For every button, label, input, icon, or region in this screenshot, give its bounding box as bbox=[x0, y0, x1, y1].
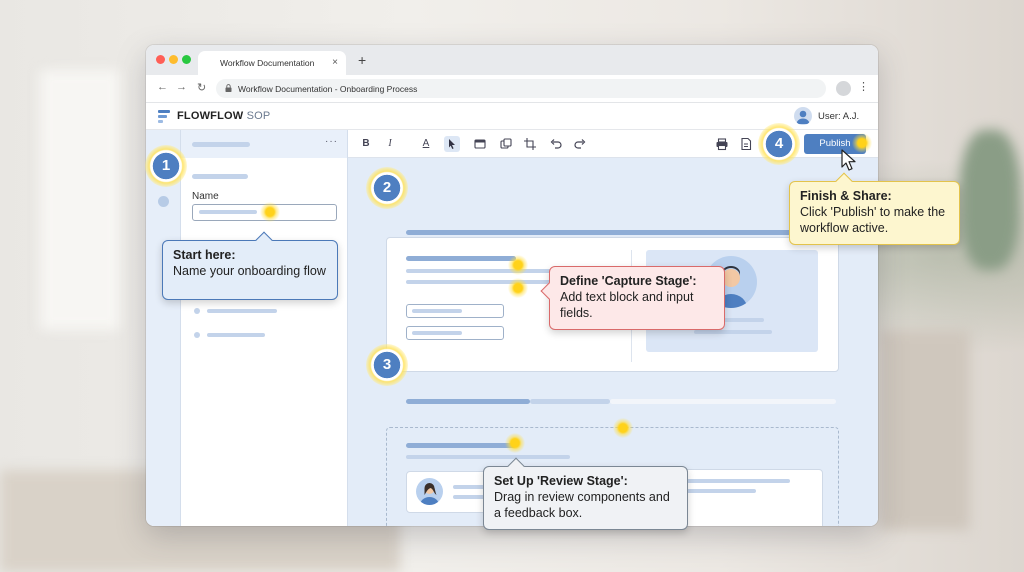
panel-title-placeholder bbox=[192, 142, 250, 147]
callout-capture-stage: Define 'Capture Stage': Add text block a… bbox=[540, 266, 725, 330]
browser-menu-icon[interactable]: ⋮ bbox=[858, 80, 869, 93]
panel-header: ··· bbox=[181, 130, 347, 158]
undo-button[interactable] bbox=[548, 136, 564, 152]
profile-icon[interactable] bbox=[836, 81, 851, 96]
list-item[interactable] bbox=[207, 333, 265, 337]
text-block-line bbox=[406, 280, 552, 284]
input-field[interactable] bbox=[406, 304, 504, 318]
maximize-window-dot[interactable] bbox=[182, 55, 191, 64]
user-avatar[interactable] bbox=[794, 107, 812, 125]
print-icon bbox=[716, 138, 728, 151]
document-icon bbox=[741, 137, 752, 151]
callout-title: Start here: bbox=[173, 248, 236, 262]
input-field[interactable] bbox=[406, 326, 504, 340]
callout-start-here: Start here: Name your onboarding flow bbox=[162, 231, 338, 300]
export-button[interactable] bbox=[738, 136, 754, 152]
stage-2-progress-mid bbox=[530, 399, 610, 404]
highlight-glow bbox=[505, 433, 525, 453]
step-badge-4: 4 bbox=[758, 123, 800, 165]
new-tab-button[interactable]: + bbox=[358, 52, 366, 68]
background-chair bbox=[880, 330, 970, 530]
highlight-glow bbox=[613, 418, 633, 438]
highlight-glow bbox=[260, 202, 280, 222]
pointer-tool-button[interactable] bbox=[444, 136, 460, 152]
highlight-glow bbox=[508, 255, 528, 275]
crop-icon bbox=[524, 138, 536, 150]
crop-tool-button[interactable] bbox=[522, 136, 538, 152]
step-badge-1: 1 bbox=[145, 145, 187, 187]
text-block-line bbox=[406, 269, 570, 273]
stage-2-progress-fill bbox=[406, 399, 530, 404]
copy-icon bbox=[500, 138, 512, 149]
list-bullet bbox=[194, 332, 200, 338]
text-color-button[interactable]: A bbox=[418, 136, 434, 152]
input-placeholder bbox=[412, 309, 462, 313]
tab-workflow-documentation[interactable]: Workflow Documentation × bbox=[198, 51, 346, 75]
mouse-cursor-icon bbox=[841, 149, 856, 171]
highlight-glow bbox=[508, 278, 528, 298]
callout-finish-share: Finish & Share: Click 'Publish' to make … bbox=[789, 172, 960, 245]
duplicate-tool-button[interactable] bbox=[498, 136, 514, 152]
callout-body: Click 'Publish' to make the workflow act… bbox=[800, 205, 946, 235]
person-icon bbox=[420, 483, 439, 505]
lock-icon bbox=[225, 84, 232, 92]
review-line bbox=[406, 455, 570, 459]
undo-icon bbox=[550, 139, 562, 149]
url-field[interactable]: Workflow Documentation - Onboarding Proc… bbox=[216, 79, 826, 98]
reviewer-avatar bbox=[416, 478, 443, 505]
flowflow-logo-icon bbox=[158, 110, 170, 123]
redo-button[interactable] bbox=[572, 136, 588, 152]
callout-title: Define 'Capture Stage': bbox=[560, 274, 697, 288]
callout-title: Finish & Share: bbox=[800, 189, 892, 203]
list-bullet bbox=[194, 308, 200, 314]
address-bar: ← → ↻ Workflow Documentation - Onboardin… bbox=[146, 75, 878, 103]
reload-icon[interactable]: ↻ bbox=[197, 81, 206, 94]
more-options-icon[interactable]: ··· bbox=[325, 136, 338, 147]
stage-2-progress-track bbox=[610, 399, 836, 404]
review-heading bbox=[406, 443, 516, 448]
brand-name: FLOWFLOW SOP bbox=[177, 110, 270, 122]
name-label: Name bbox=[192, 191, 219, 202]
callout-body: Name your onboarding flow bbox=[173, 264, 326, 278]
callout-review-stage: Set Up 'Review Stage': Drag in review co… bbox=[483, 457, 688, 530]
redo-icon bbox=[574, 139, 586, 149]
left-rail bbox=[146, 130, 181, 526]
background-plant bbox=[960, 130, 1020, 270]
list-item[interactable] bbox=[207, 309, 277, 313]
user-icon bbox=[796, 110, 810, 124]
back-icon[interactable]: ← bbox=[157, 81, 168, 93]
step-badge-2: 2 bbox=[366, 167, 408, 209]
text-block-icon bbox=[474, 139, 486, 149]
close-window-dot[interactable] bbox=[156, 55, 165, 64]
url-text: Workflow Documentation - Onboarding Proc… bbox=[238, 84, 418, 94]
brand-main: FLOWFLOW bbox=[177, 110, 244, 122]
print-button[interactable] bbox=[714, 136, 730, 152]
bold-button[interactable]: B bbox=[358, 136, 374, 152]
cursor-icon bbox=[449, 139, 455, 149]
minimize-window-dot[interactable] bbox=[169, 55, 178, 64]
properties-panel: ··· Name bbox=[181, 130, 348, 526]
forward-icon[interactable]: → bbox=[176, 81, 187, 93]
callout-body: Drag in review components and a feedback… bbox=[494, 490, 670, 520]
close-icon[interactable]: × bbox=[332, 57, 338, 68]
section-title-placeholder bbox=[192, 174, 248, 179]
tab-title: Workflow Documentation bbox=[220, 58, 315, 68]
text-block-heading bbox=[406, 256, 516, 261]
stage-1-header-line bbox=[406, 230, 796, 235]
rail-item-dot[interactable] bbox=[158, 196, 169, 207]
text-block-tool-button[interactable] bbox=[472, 136, 488, 152]
step-badge-3: 3 bbox=[366, 344, 408, 386]
name-field-placeholder bbox=[199, 210, 257, 214]
user-label: User: A.J. bbox=[818, 111, 860, 122]
tab-bar: Workflow Documentation × + bbox=[146, 45, 878, 75]
callout-title: Set Up 'Review Stage': bbox=[494, 474, 628, 488]
input-placeholder bbox=[412, 331, 462, 335]
brand-suffix: SOP bbox=[246, 110, 271, 122]
background-window-pane bbox=[40, 70, 120, 330]
callout-body: Add text block and input fields. bbox=[560, 290, 694, 320]
italic-button[interactable]: I bbox=[382, 136, 398, 152]
profile-line bbox=[694, 330, 772, 334]
